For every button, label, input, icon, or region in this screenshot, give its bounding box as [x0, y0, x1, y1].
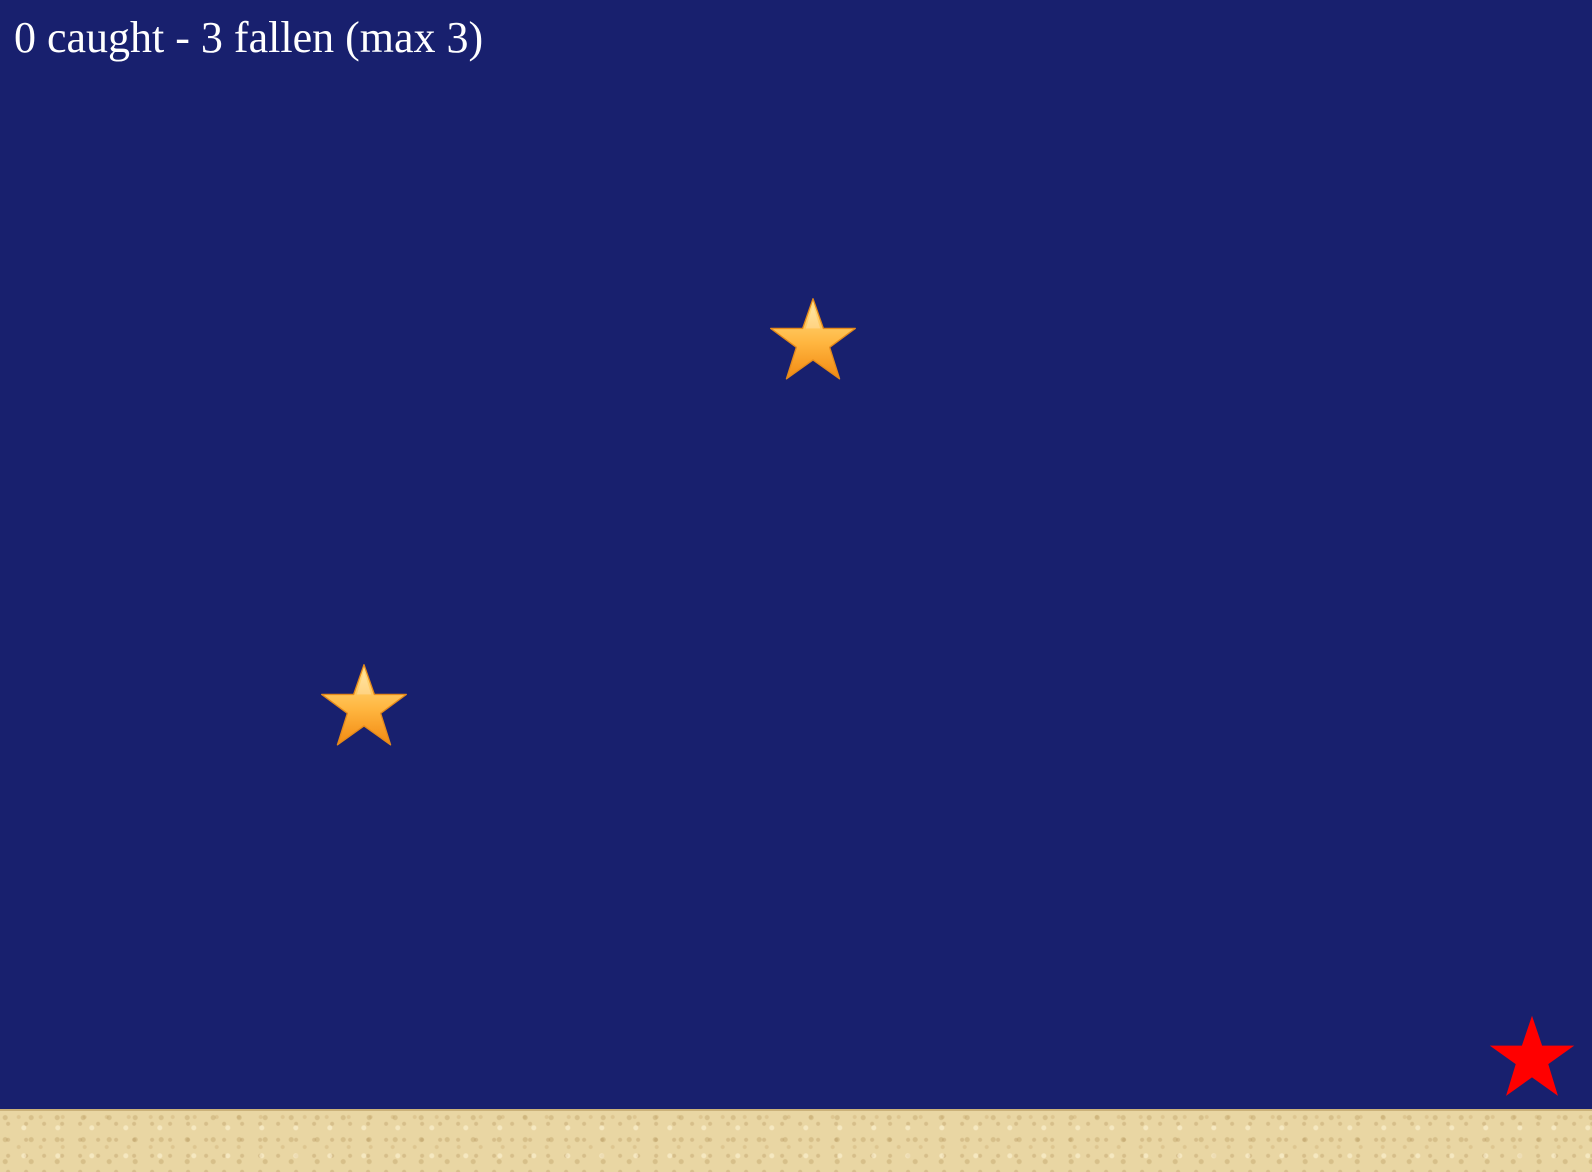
- falling-star-2: [321, 664, 407, 746]
- game-canvas[interactable]: 0 caught - 3 fallen (max 3): [0, 0, 1592, 1172]
- score-status-text: 0 caught - 3 fallen (max 3): [14, 13, 484, 62]
- player-catcher[interactable]: [1488, 1014, 1576, 1102]
- red-star-icon: [1489, 1015, 1575, 1096]
- sand-ground: [0, 1111, 1592, 1172]
- falling-star-1: [770, 298, 856, 380]
